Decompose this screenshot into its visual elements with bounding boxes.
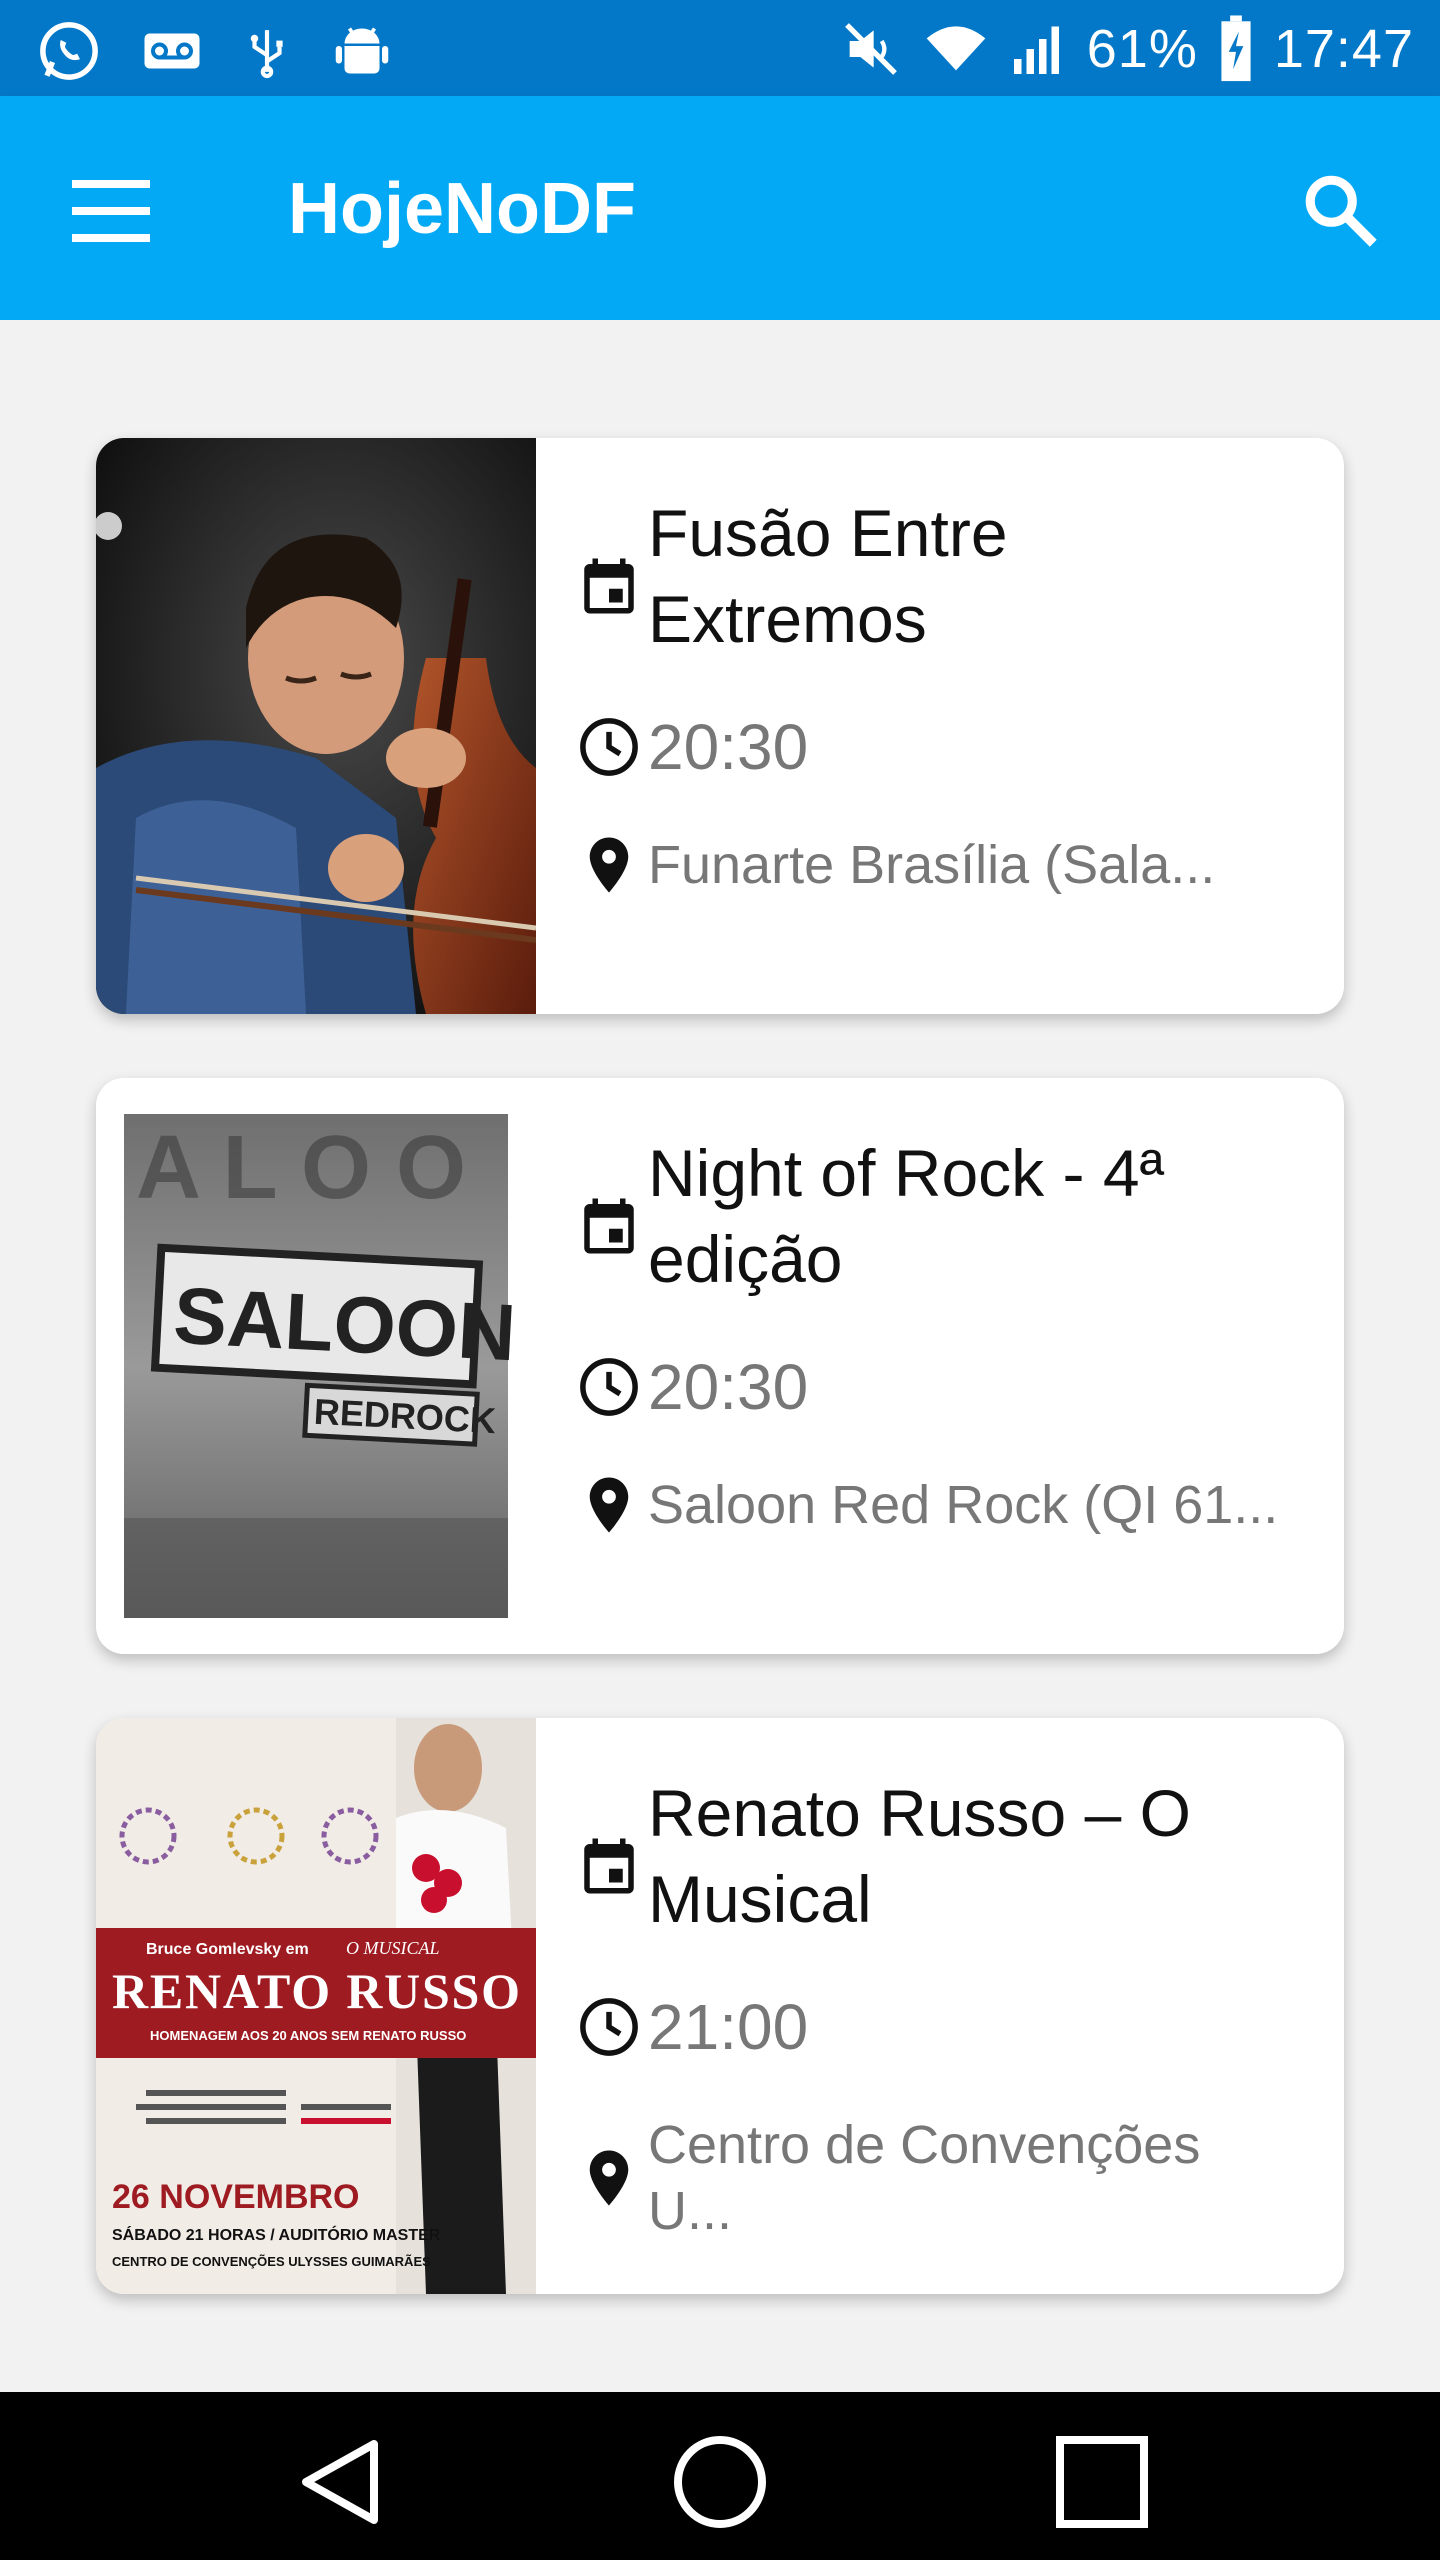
poster-venue: CENTRO DE CONVENÇÕES ULYSSES GUIMARÃES xyxy=(112,2254,431,2269)
event-title: Fusão Entre Extremos xyxy=(648,496,1008,656)
location-pin-icon xyxy=(589,1477,629,1533)
clock-icon xyxy=(580,1358,638,1416)
system-nav-bar xyxy=(0,2392,1440,2560)
event-list: Fusão Entre Extremos 20:30 Funarte Brasí… xyxy=(0,320,1440,2330)
poster-subtitle: O MUSICAL xyxy=(346,1938,440,1958)
event-time: 20:30 xyxy=(648,1351,809,1423)
wifi-icon xyxy=(926,26,986,71)
calendar-icon xyxy=(584,1838,634,1894)
event-title: Renato Russo – O Musical xyxy=(648,1776,1191,1936)
clock: 17:47 xyxy=(1273,19,1414,79)
saloon-sign-text: SALOON xyxy=(172,1271,518,1378)
event-image-saloon: A L O O SALOON REDROCK xyxy=(96,1078,536,1654)
status-bar: 61% 17:47 xyxy=(0,0,1440,96)
calendar-icon xyxy=(584,558,634,614)
event-time: 20:30 xyxy=(648,711,809,783)
event-location: Funarte Brasília (Sala... xyxy=(648,835,1216,895)
event-details: Fusão Entre Extremos 20:30 Funarte Brasí… xyxy=(576,438,1316,1014)
poster-date: 26 NOVEMBRO xyxy=(112,2178,360,2216)
back-icon[interactable] xyxy=(292,2432,392,2532)
event-image-cellist xyxy=(96,438,536,1014)
mute-icon xyxy=(844,23,897,75)
poster-header: Bruce Gomlevsky em xyxy=(146,1941,309,1958)
battery-charging-icon xyxy=(1221,15,1251,82)
poster-day: SÁBADO 21 HORAS / AUDITÓRIO MASTER xyxy=(112,2225,441,2244)
location-pin-icon xyxy=(589,837,629,893)
event-details: Night of Rock - 4ª edição 20:30 Saloon R… xyxy=(576,1078,1316,1654)
location-pin-icon xyxy=(589,2150,629,2206)
svg-text:A L O O: A L O O xyxy=(136,1118,466,1218)
app-bar: HojeNoDF xyxy=(0,96,1440,320)
calendar-icon xyxy=(584,1198,634,1254)
event-location: Saloon Red Rock (QI 61... xyxy=(648,1475,1279,1535)
event-card[interactable]: A L O O SALOON REDROCK Night of Rock - 4… xyxy=(96,1078,1344,1654)
event-details: Renato Russo – O Musical 21:00 Centro de… xyxy=(576,1718,1316,2294)
home-icon[interactable] xyxy=(670,2432,770,2532)
app-title: HojeNoDF xyxy=(288,169,636,249)
system-icons: 61% 17:47 xyxy=(839,14,1414,84)
android-icon xyxy=(335,27,389,74)
signal-icon xyxy=(1013,26,1059,74)
event-image-poster: Bruce Gomlevsky em O MUSICAL RENATO RUSS… xyxy=(96,1718,536,2294)
usb-icon xyxy=(250,30,283,79)
notification-icons xyxy=(36,18,392,84)
poster-tagline: HOMENAGEM AOS 20 ANOS SEM RENATO RUSSO xyxy=(150,2028,466,2043)
event-card[interactable]: Fusão Entre Extremos 20:30 Funarte Brasí… xyxy=(96,438,1344,1014)
search-icon[interactable] xyxy=(1298,168,1382,252)
recents-icon[interactable] xyxy=(1052,2432,1152,2532)
event-time: 21:00 xyxy=(648,1991,809,2063)
event-card[interactable]: Bruce Gomlevsky em O MUSICAL RENATO RUSS… xyxy=(96,1718,1344,2294)
event-location: Centro de Convenções U... xyxy=(648,2115,1201,2241)
voicemail-icon xyxy=(144,33,200,69)
whatsapp-icon xyxy=(40,22,98,80)
event-title: Night of Rock - 4ª edição xyxy=(648,1136,1164,1296)
clock-icon xyxy=(580,718,638,776)
battery-percent: 61% xyxy=(1086,19,1198,79)
hamburger-menu-icon[interactable] xyxy=(72,176,152,246)
poster-name: RENATO RUSSO xyxy=(112,1963,520,2019)
clock-icon xyxy=(580,1998,638,2056)
